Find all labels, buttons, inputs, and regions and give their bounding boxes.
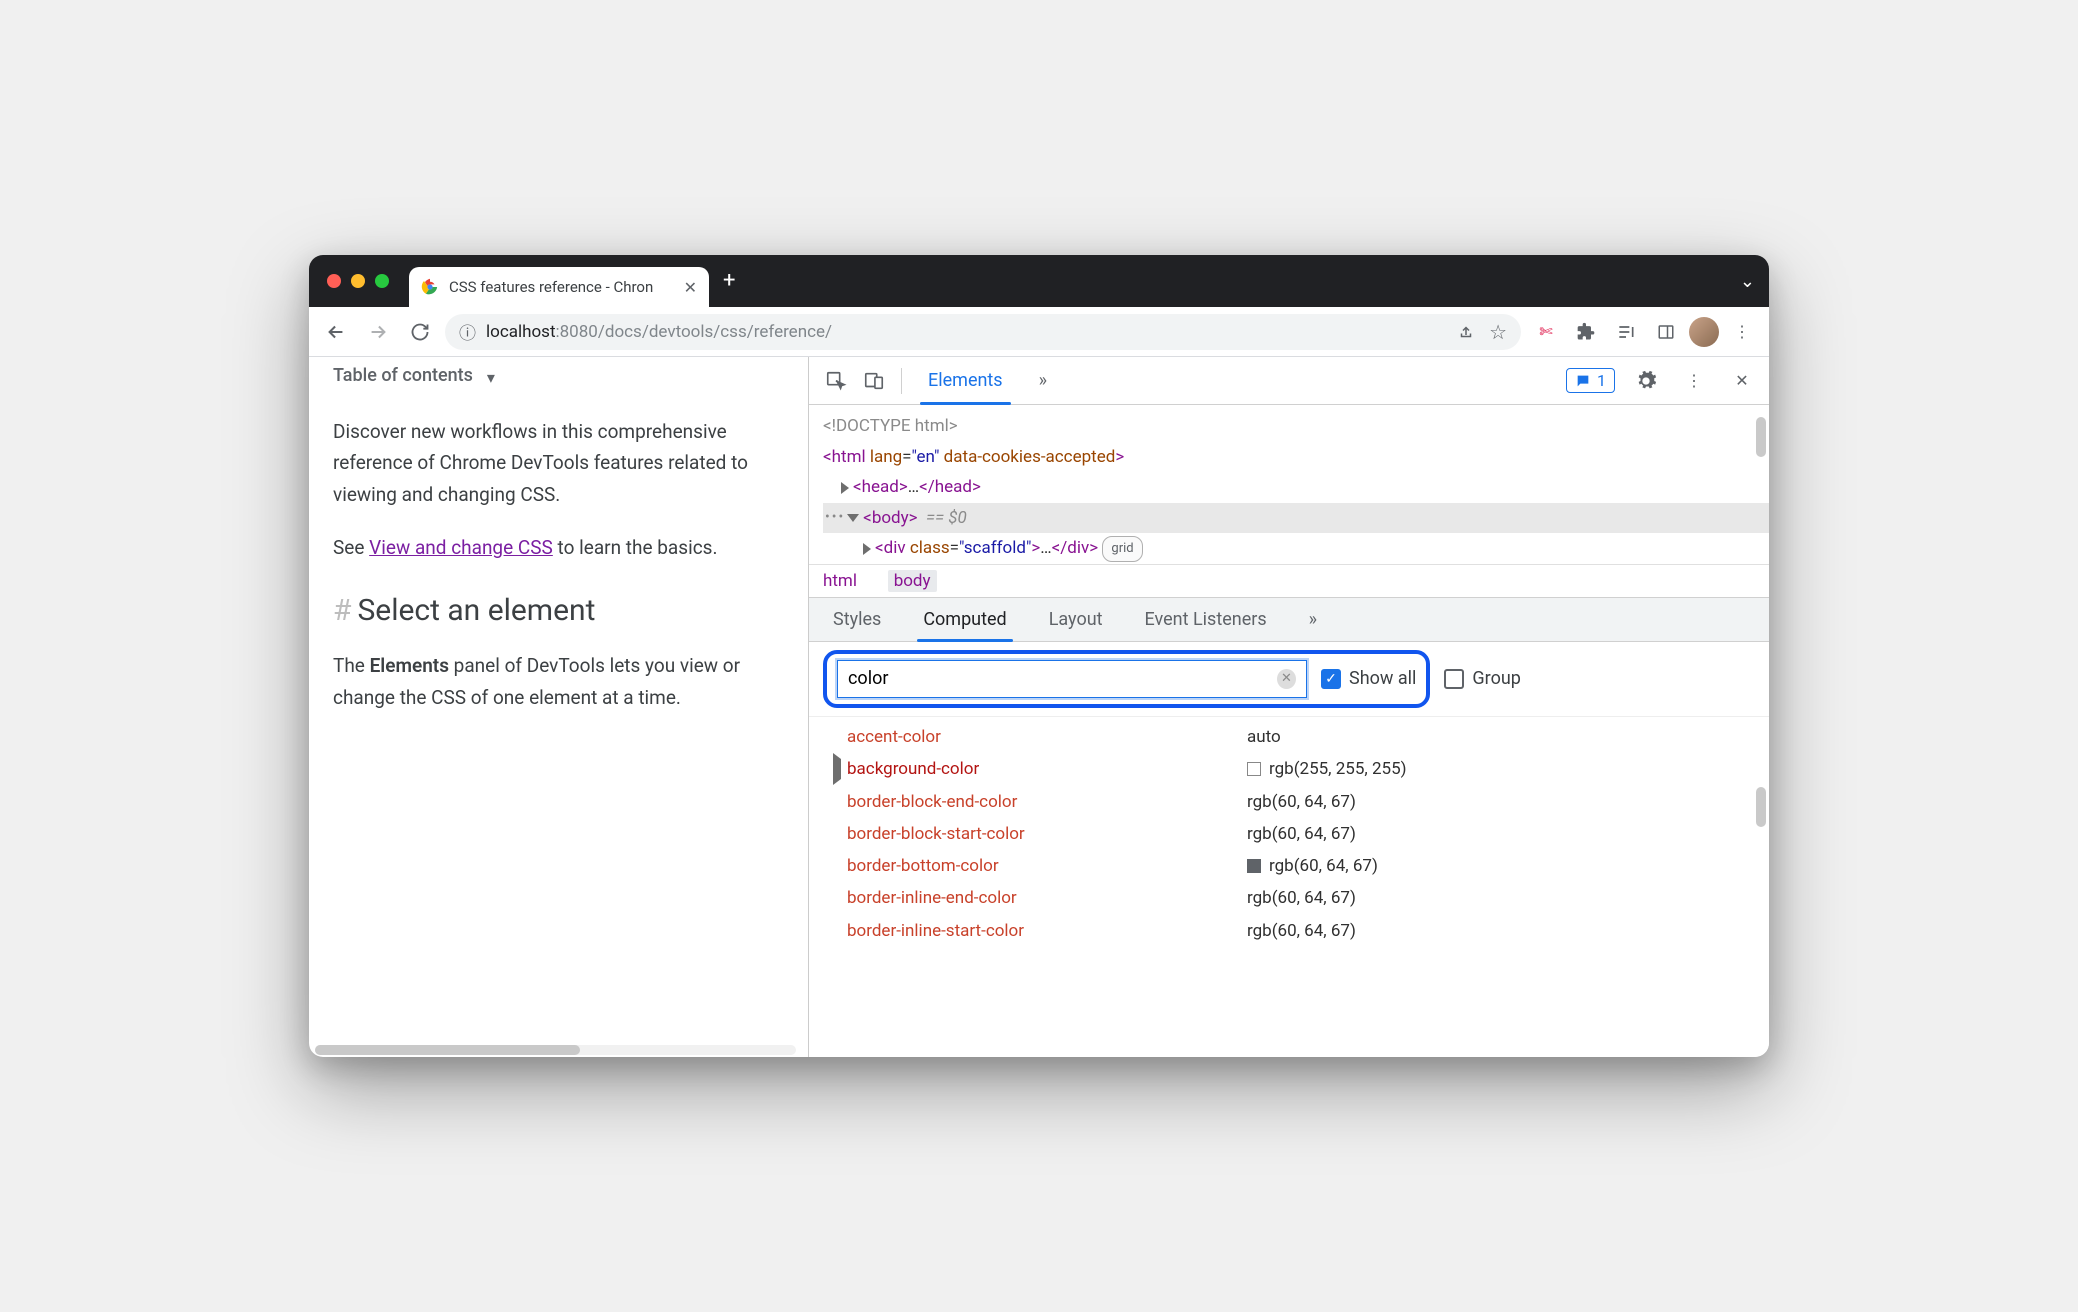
browser-tab[interactable]: CSS features reference - Chron ✕ xyxy=(409,267,709,307)
horizontal-scrollbar[interactable] xyxy=(315,1045,796,1055)
body-paragraph: The Elements panel of DevTools lets you … xyxy=(333,650,784,713)
computed-filter-row: ✕ ✓Show all Group xyxy=(809,642,1769,717)
show-all-checkbox[interactable]: ✓Show all xyxy=(1321,668,1416,689)
kebab-menu-icon[interactable]: ⋮ xyxy=(1725,315,1759,349)
devtools-panel: Elements » 1 ⋮ ✕ <!DOCTYPE html> <html l… xyxy=(809,357,1769,1057)
prop-row[interactable]: border-inline-start-colorrgb(60, 64, 67) xyxy=(833,915,1769,947)
more-tabs-chevron-icon[interactable]: » xyxy=(1023,357,1063,404)
issues-badge[interactable]: 1 xyxy=(1566,368,1615,393)
hash-anchor-icon[interactable]: # xyxy=(333,593,351,628)
reload-button[interactable] xyxy=(403,315,437,349)
devtools-scrollbar[interactable] xyxy=(1756,787,1766,827)
page-content: Table of contents ▾ Discover new workflo… xyxy=(309,357,809,1057)
minimize-window-button[interactable] xyxy=(351,274,365,288)
dom-tree[interactable]: <!DOCTYPE html> <html lang="en" data-coo… xyxy=(809,405,1769,564)
subtab-computed[interactable]: Computed xyxy=(905,598,1024,641)
chrome-favicon-icon xyxy=(421,278,439,296)
url-text: localhost:8080/docs/devtools/css/referen… xyxy=(486,322,832,342)
prop-row[interactable]: background-colorrgb(255, 255, 255) xyxy=(833,753,1769,785)
dom-body-selected[interactable]: ••• <body> == $0 xyxy=(823,503,1769,534)
devtools-kebab-icon[interactable]: ⋮ xyxy=(1677,364,1711,398)
new-tab-button[interactable]: + xyxy=(723,270,735,292)
profile-avatar[interactable] xyxy=(1689,317,1719,347)
toc-label: Table of contents xyxy=(333,365,473,386)
window-controls xyxy=(327,274,389,288)
prop-row[interactable]: border-bottom-colorrgb(60, 64, 67) xyxy=(833,850,1769,882)
prop-row[interactable]: accent-colorauto xyxy=(833,721,1769,753)
dom-doctype: <!DOCTYPE html> xyxy=(823,411,1769,442)
subtab-styles[interactable]: Styles xyxy=(815,598,899,641)
chevron-down-icon: ▾ xyxy=(487,368,495,387)
more-subtabs-chevron-icon[interactable]: » xyxy=(1291,598,1335,641)
subtab-layout[interactable]: Layout xyxy=(1031,598,1121,641)
breadcrumb[interactable]: html body xyxy=(809,564,1769,598)
prop-row[interactable]: border-inline-end-colorrgb(60, 64, 67) xyxy=(833,882,1769,914)
bookmark-icon[interactable]: ☆ xyxy=(1489,320,1507,344)
close-tab-icon[interactable]: ✕ xyxy=(684,278,697,297)
crumb-html[interactable]: html xyxy=(823,571,857,591)
view-change-css-link[interactable]: View and change CSS xyxy=(369,536,553,559)
address-bar[interactable]: ⓘ localhost:8080/docs/devtools/css/refer… xyxy=(445,314,1521,350)
toc-toggle[interactable]: Table of contents ▾ xyxy=(333,361,784,394)
prop-row[interactable]: border-block-end-colorrgb(60, 64, 67) xyxy=(833,786,1769,818)
computed-properties: accent-colorauto background-colorrgb(255… xyxy=(809,717,1769,947)
devtools-close-icon[interactable]: ✕ xyxy=(1725,364,1759,398)
side-panel-icon[interactable] xyxy=(1649,315,1683,349)
styles-subtabs: Styles Computed Layout Event Listeners » xyxy=(809,598,1769,642)
dom-head[interactable]: <head>…</head> xyxy=(823,472,1769,503)
browser-window: CSS features reference - Chron ✕ + ⌄ ⓘ l… xyxy=(309,255,1769,1057)
device-toolbar-icon[interactable] xyxy=(857,364,891,398)
filter-input[interactable] xyxy=(848,668,1277,689)
subtab-event-listeners[interactable]: Event Listeners xyxy=(1127,598,1285,641)
forward-button[interactable] xyxy=(361,315,395,349)
tab-title: CSS features reference - Chron xyxy=(449,278,674,296)
filter-input-wrapper[interactable]: ✕ xyxy=(837,660,1307,698)
extensions-icon[interactable] xyxy=(1569,315,1603,349)
dom-div-scaffold[interactable]: <div class="scaffold">…</div> grid xyxy=(823,533,1769,564)
prop-row[interactable]: border-block-start-colorrgb(60, 64, 67) xyxy=(833,818,1769,850)
site-info-icon[interactable]: ⓘ xyxy=(459,319,476,344)
tab-strip: CSS features reference - Chron ✕ + ⌄ xyxy=(309,255,1769,307)
grid-badge[interactable]: grid xyxy=(1102,536,1142,561)
share-icon[interactable] xyxy=(1457,323,1475,341)
tab-list-chevron-icon[interactable]: ⌄ xyxy=(1740,271,1755,292)
devtools-scrollbar[interactable] xyxy=(1756,417,1766,457)
devtools-toolbar: Elements » 1 ⋮ ✕ xyxy=(809,357,1769,405)
section-heading: #Select an element xyxy=(333,593,784,628)
clear-filter-icon[interactable]: ✕ xyxy=(1277,669,1296,689)
content-area: Table of contents ▾ Discover new workflo… xyxy=(309,357,1769,1057)
intro-paragraph: Discover new workflows in this comprehen… xyxy=(333,416,784,510)
maximize-window-button[interactable] xyxy=(375,274,389,288)
group-checkbox[interactable]: Group xyxy=(1444,668,1520,689)
dom-more-actions-icon[interactable]: ••• xyxy=(823,505,847,530)
settings-gear-icon[interactable] xyxy=(1629,364,1663,398)
scissors-icon[interactable]: ✄ xyxy=(1529,315,1563,349)
tab-elements[interactable]: Elements xyxy=(912,357,1019,404)
color-swatch-icon[interactable] xyxy=(1247,762,1261,776)
crumb-body[interactable]: body xyxy=(888,570,937,592)
dom-html[interactable]: <html lang="en" data-cookies-accepted> xyxy=(823,442,1769,473)
expand-triangle-icon[interactable] xyxy=(833,753,841,785)
reading-list-icon[interactable] xyxy=(1609,315,1643,349)
browser-toolbar: ⓘ localhost:8080/docs/devtools/css/refer… xyxy=(309,307,1769,357)
see-paragraph: See View and change CSS to learn the bas… xyxy=(333,532,784,563)
color-swatch-icon[interactable] xyxy=(1247,859,1261,873)
inspect-element-icon[interactable] xyxy=(819,364,853,398)
close-window-button[interactable] xyxy=(327,274,341,288)
filter-highlight: ✕ ✓Show all xyxy=(823,650,1430,708)
back-button[interactable] xyxy=(319,315,353,349)
